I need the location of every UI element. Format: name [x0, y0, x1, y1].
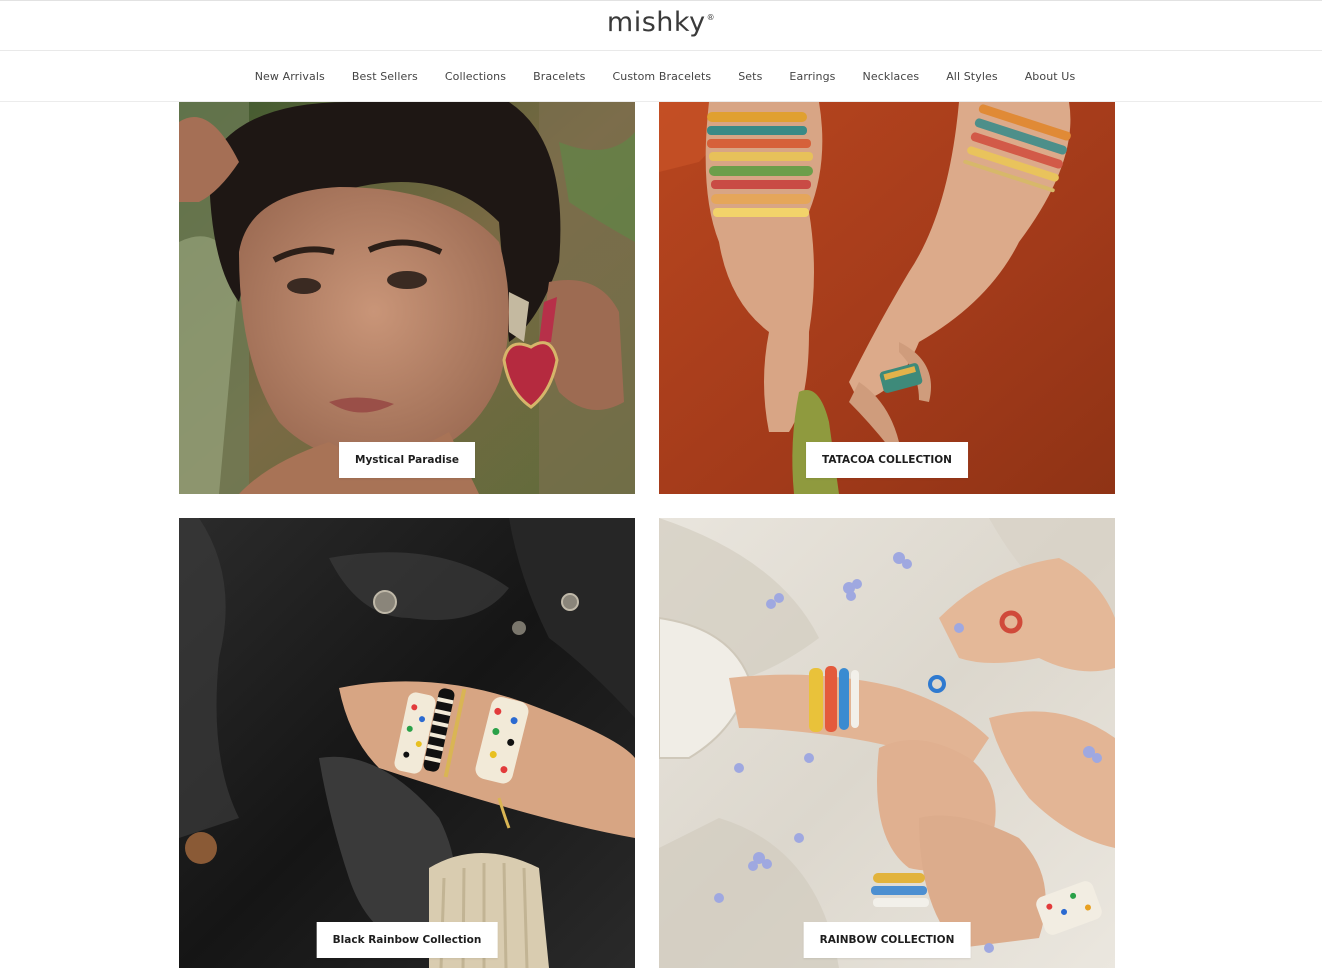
collection-image-rainbow [659, 518, 1115, 968]
nav-item-bracelets[interactable]: Bracelets [533, 70, 585, 83]
page: mishky® New Arrivals Best Sellers Collec… [0, 0, 1322, 968]
collection-image-tatacoa [659, 102, 1115, 494]
collection-image-mystical-paradise [179, 102, 635, 494]
nav-item-best-sellers[interactable]: Best Sellers [352, 70, 418, 83]
nav-item-necklaces[interactable]: Necklaces [863, 70, 920, 83]
brand-logo-text: mishky [606, 7, 706, 38]
main-navigation: New Arrivals Best Sellers Collections Br… [0, 51, 1322, 102]
collection-image-black-rainbow [179, 518, 635, 968]
collection-tile-black-rainbow[interactable]: Black Rainbow Collection [179, 518, 635, 968]
collection-label-black-rainbow[interactable]: Black Rainbow Collection [316, 922, 498, 958]
collection-tile-rainbow[interactable]: RAINBOW COLLECTION [659, 518, 1115, 968]
nav-list: New Arrivals Best Sellers Collections Br… [0, 51, 1322, 102]
site-header: mishky® [0, 0, 1322, 51]
nav-item-all-styles[interactable]: All Styles [946, 70, 998, 83]
registered-mark: ® [706, 13, 716, 22]
nav-item-collections[interactable]: Collections [445, 70, 506, 83]
brand-logo[interactable]: mishky® [0, 7, 1322, 38]
collection-tile-tatacoa[interactable]: TATACOA COLLECTION [659, 102, 1115, 494]
nav-item-new-arrivals[interactable]: New Arrivals [255, 70, 325, 83]
collection-label-mystical-paradise[interactable]: Mystical Paradise [339, 442, 475, 478]
collection-label-rainbow[interactable]: RAINBOW COLLECTION [803, 922, 971, 958]
collection-tile-mystical-paradise[interactable]: Mystical Paradise [179, 102, 635, 494]
nav-item-earrings[interactable]: Earrings [789, 70, 835, 83]
nav-item-sets[interactable]: Sets [738, 70, 762, 83]
nav-item-custom-bracelets[interactable]: Custom Bracelets [612, 70, 711, 83]
nav-item-about-us[interactable]: About Us [1025, 70, 1076, 83]
collection-label-tatacoa[interactable]: TATACOA COLLECTION [806, 442, 968, 478]
